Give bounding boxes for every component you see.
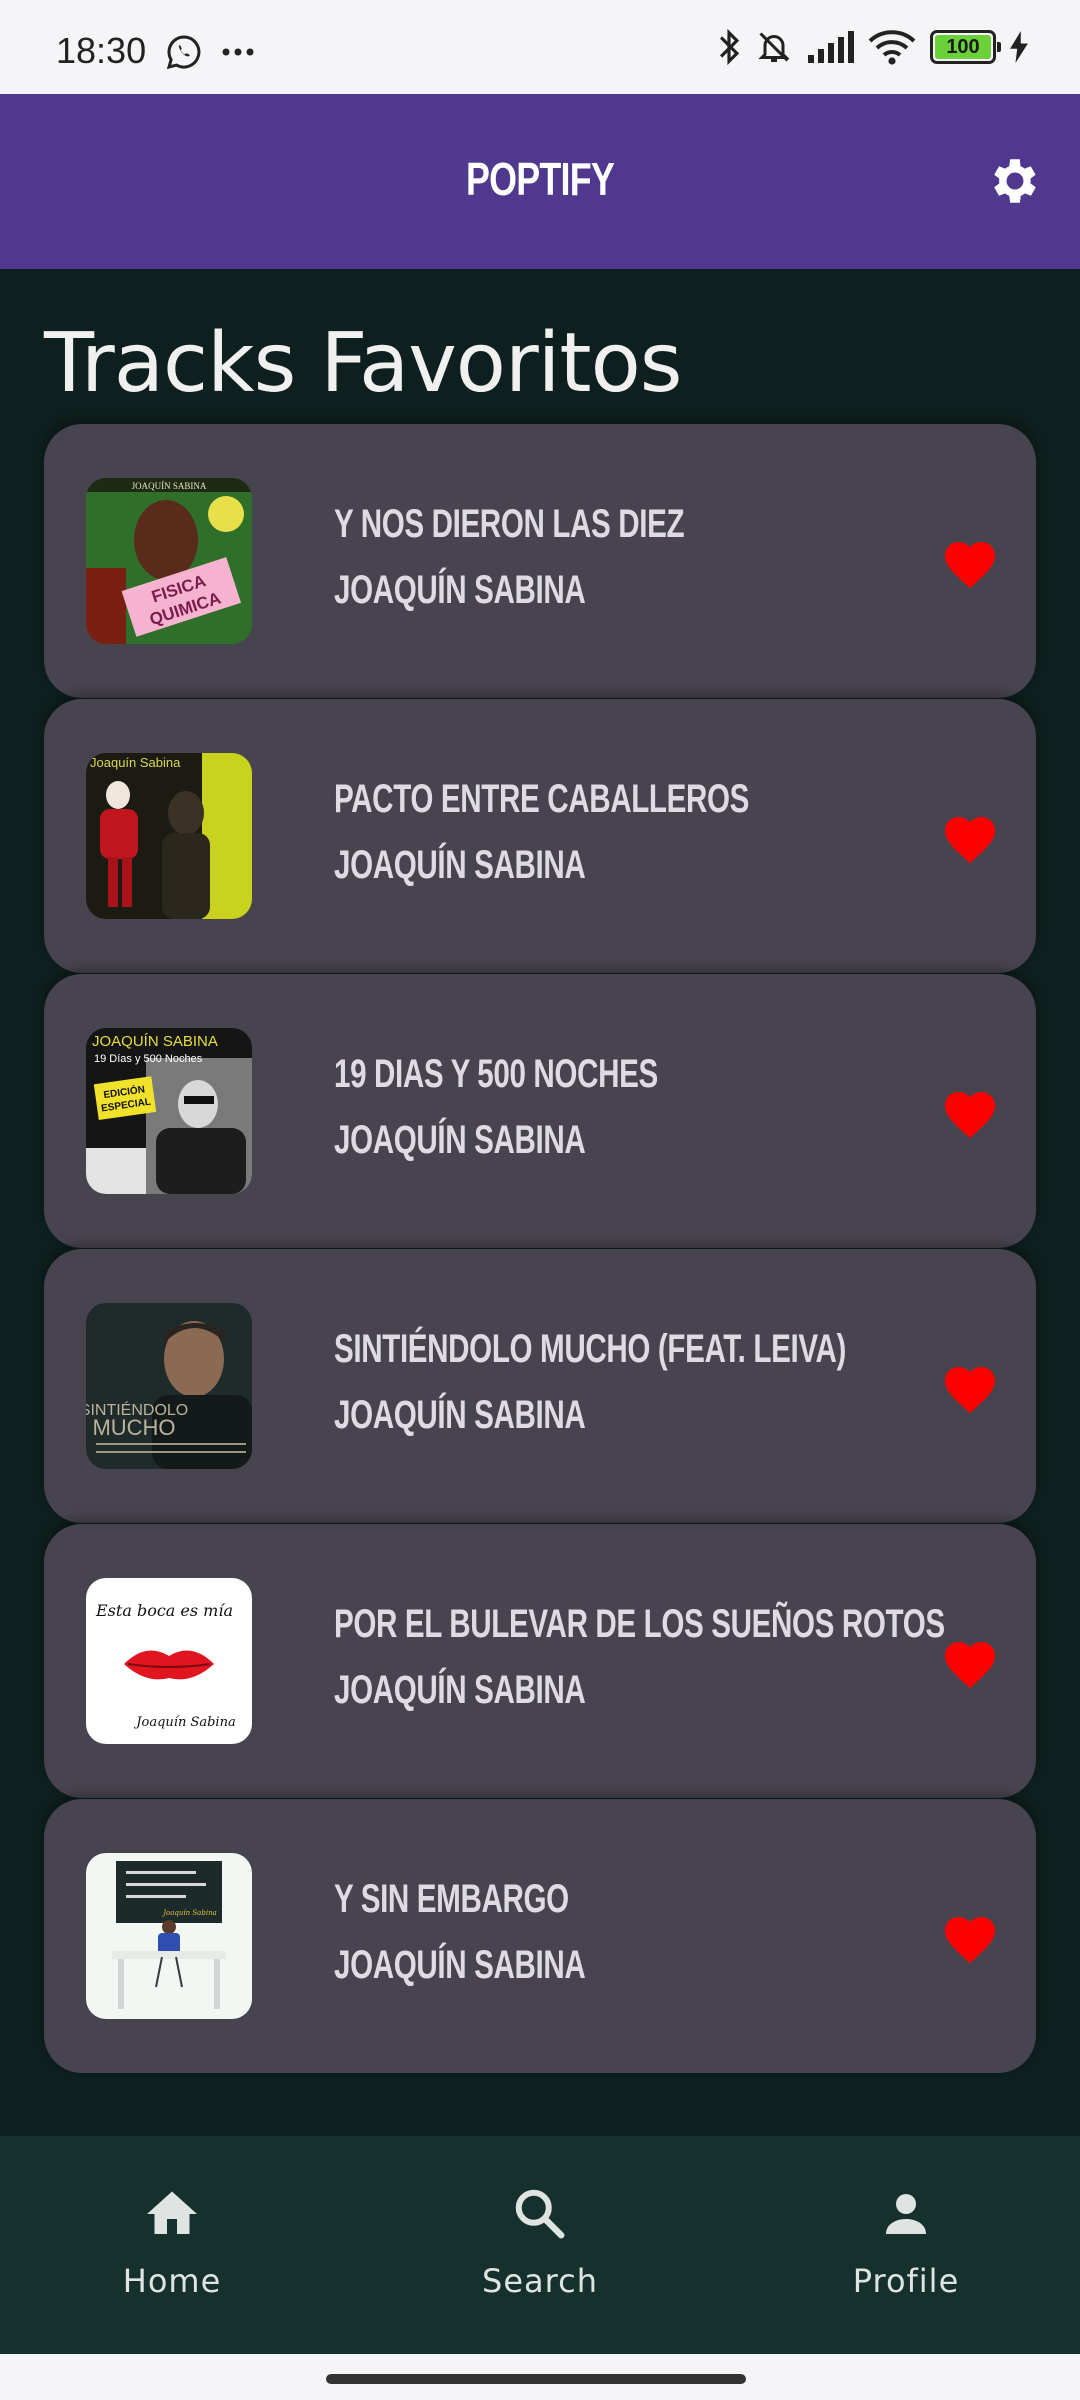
heart-icon[interactable] [940,1634,1000,1690]
svg-text:JOAQUÍN SABINA: JOAQUÍN SABINA [132,481,207,491]
page-title: Tracks Favoritos [44,316,682,411]
nav-search[interactable]: Search [440,2184,640,2300]
svg-text:MUCHO: MUCHO [92,1415,175,1440]
track-card[interactable]: Joaquín Sabina PACTO ENTRE CABALLEROS JO… [44,699,1036,973]
more-dots-icon [222,48,254,56]
gear-icon [994,159,1036,203]
track-artist: JOAQUÍN SABINA [334,843,586,887]
track-title: SINTIÉNDOLO MUCHO (FEAT. LEIVA) [334,1327,846,1371]
nav-home[interactable]: Home [72,2184,272,2300]
wifi-icon [868,30,916,65]
track-artist: JOAQUÍN SABINA [334,1943,586,1987]
nav-search-label: Search [482,2262,598,2300]
heart-icon[interactable] [940,1359,1000,1415]
svg-text:Esta boca es mía: Esta boca es mía [95,1601,233,1620]
track-artist: JOAQUÍN SABINA [334,1393,586,1437]
svg-text:JOAQUÍN SABINA: JOAQUÍN SABINA [92,1033,218,1050]
search-icon [515,2189,565,2239]
track-card[interactable]: Esta boca es mía Joaquín Sabina POR EL B… [44,1524,1036,1798]
track-card[interactable]: SINTIÉNDOLO MUCHO SINTIÉNDOLO MUCHO (FEA… [44,1249,1036,1523]
app-bar: POPTIFY [0,94,1080,269]
nav-profile[interactable]: Profile [806,2184,1006,2300]
track-title: Y SIN EMBARGO [334,1877,569,1921]
track-artist: JOAQUÍN SABINA [334,568,586,612]
status-time: 18:30 [56,30,147,71]
bluetooth-icon [719,28,740,66]
track-title: POR EL BULEVAR DE LOS SUEÑOS ROTOS [334,1602,945,1646]
track-title: Y NOS DIERON LAS DIEZ [334,502,685,546]
signal-icon [808,31,854,63]
track-artist: JOAQUÍN SABINA [334,1118,586,1162]
bottom-navigation: Home Search Profile [0,2136,1080,2354]
mute-bell-icon [758,32,790,62]
settings-button[interactable] [982,148,1048,214]
battery-icon: 100 [930,30,1001,64]
album-cover: SINTIÉNDOLO MUCHO [86,1303,252,1469]
person-icon [886,2194,926,2234]
app-title: POPTIFY [465,153,615,205]
svg-text:19 Días y 500 Noches: 19 Días y 500 Noches [94,1053,203,1065]
gesture-handle[interactable] [326,2374,746,2384]
charging-icon [1010,31,1028,63]
nav-home-label: Home [122,2262,222,2300]
heart-icon[interactable] [940,534,1000,590]
album-cover: Esta boca es mía Joaquín Sabina [86,1578,252,1744]
svg-text:Joaquín Sabina: Joaquín Sabina [161,1909,217,1917]
track-artist: JOAQUÍN SABINA [334,1668,586,1712]
battery-level: 100 [935,35,991,59]
svg-text:Joaquín Sabina: Joaquín Sabina [90,755,181,770]
track-title: 19 DIAS Y 500 NOCHES [334,1052,658,1096]
nav-profile-label: Profile [852,2262,960,2300]
track-card[interactable]: Joaquín Sabina Y SIN EMBARGO JOAQUÍN SAB… [44,1799,1036,2073]
album-cover: Joaquín Sabina [86,1853,252,2019]
heart-icon[interactable] [940,809,1000,865]
svg-text:Joaquín Sabina: Joaquín Sabina [133,1715,235,1730]
track-card[interactable]: JOAQUÍN SABINA FISICA QUIMICA Y NOS DIER… [44,424,1036,698]
track-card[interactable]: JOAQUÍN SABINA 19 Días y 500 Noches EDIC… [44,974,1036,1248]
album-cover: Joaquín Sabina [86,753,252,919]
album-cover: JOAQUÍN SABINA FISICA QUIMICA [86,478,252,644]
whatsapp-icon [166,35,201,70]
gesture-area [0,2354,1080,2400]
heart-icon[interactable] [940,1909,1000,1965]
album-cover: JOAQUÍN SABINA 19 Días y 500 Noches EDIC… [86,1028,252,1194]
track-title: PACTO ENTRE CABALLEROS [334,777,750,821]
status-bar: 18:30 100 [0,0,1080,94]
heart-icon[interactable] [940,1084,1000,1140]
home-icon [147,2191,197,2234]
